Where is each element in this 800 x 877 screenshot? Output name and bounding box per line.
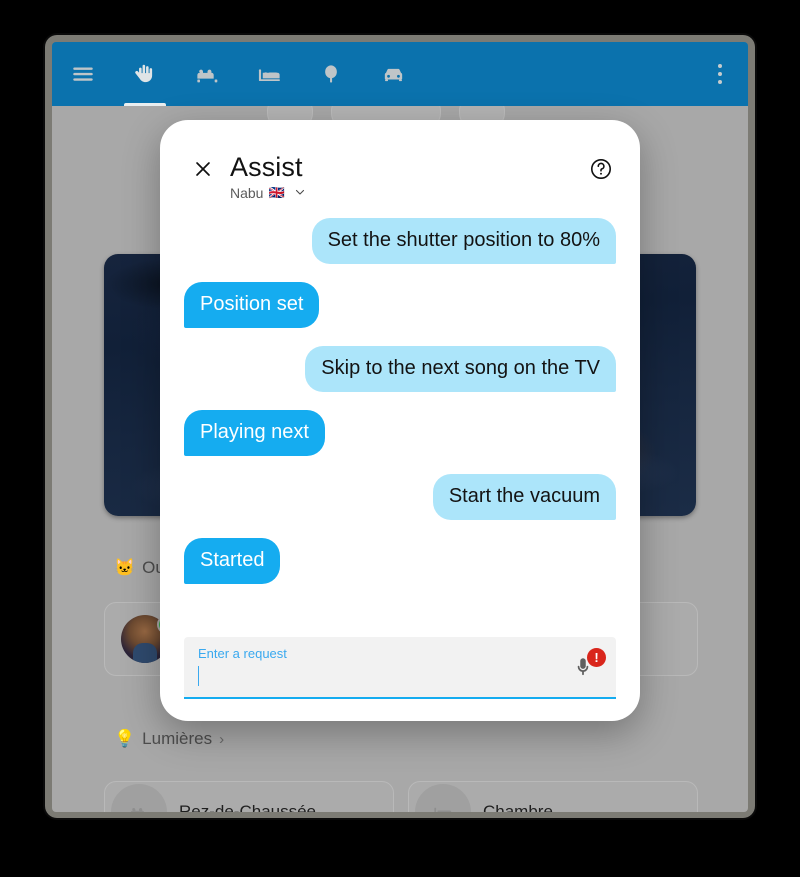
background-section-lights: 💡 Lumières ›	[114, 729, 224, 749]
background-room-card: Rez-de-Chaussée	[104, 781, 394, 812]
tab-outdoor-tree-icon[interactable]	[300, 42, 362, 106]
tab-home-waving-hand-icon[interactable]	[114, 42, 176, 106]
pipeline-selector[interactable]: Nabu 🇬🇧	[230, 185, 306, 201]
chevron-right-icon: ›	[219, 730, 225, 748]
assistant-message-bubble: Playing next	[184, 410, 325, 456]
background-room-card: Chambre	[408, 781, 698, 812]
user-message-bubble: Skip to the next song on the TV	[305, 346, 616, 392]
background-room-label: Chambre	[483, 802, 553, 812]
sofa-icon	[111, 784, 167, 812]
message-row: Set the shutter position to 80%	[184, 218, 616, 264]
screen: 🐱 Ou › 💡 Lumières › Rez-de-Chaussée	[0, 0, 800, 877]
message-row: Skip to the next song on the TV	[184, 346, 616, 392]
conversation-list: Set the shutter position to 80% Position…	[160, 204, 640, 627]
microphone-button[interactable]: !	[568, 648, 606, 688]
background-section-label: Lumières	[142, 729, 213, 748]
assist-dialog: Assist Nabu 🇬🇧 Set the shutter position …	[160, 120, 640, 721]
message-row: Playing next	[184, 410, 616, 456]
app-bar	[52, 42, 748, 106]
chevron-down-icon	[294, 186, 306, 201]
assistant-message-bubble: Position set	[184, 282, 320, 328]
tab-living-room-sofa-icon[interactable]	[176, 42, 238, 106]
message-row: Position set	[184, 282, 616, 328]
bed-icon	[415, 784, 471, 812]
tab-car-icon[interactable]	[362, 42, 424, 106]
dialog-header: Assist Nabu 🇬🇧	[160, 120, 640, 204]
user-message-bubble: Set the shutter position to 80%	[311, 218, 616, 264]
input-area: Enter a request !	[160, 627, 640, 721]
text-cursor	[198, 666, 199, 686]
hamburger-menu-icon[interactable]	[52, 42, 114, 106]
page-title: Assist	[230, 152, 303, 182]
assistant-message-bubble: Started	[184, 538, 281, 584]
message-row: Start the vacuum	[184, 474, 616, 520]
request-textfield[interactable]: Enter a request !	[184, 637, 616, 699]
background-room-label: Rez-de-Chaussée	[179, 802, 317, 812]
tab-bedroom-bed-icon[interactable]	[238, 42, 300, 106]
error-badge: !	[587, 648, 606, 667]
dialog-title-block: Assist Nabu 🇬🇧	[230, 152, 586, 201]
request-input-label: Enter a request	[198, 646, 287, 661]
light-bulb-emoji-icon: 💡	[114, 729, 136, 748]
message-row: Started	[184, 538, 616, 584]
cat-emoji-icon: 🐱	[114, 558, 136, 577]
close-icon[interactable]	[188, 154, 218, 184]
user-message-bubble: Start the vacuum	[432, 474, 616, 520]
help-circle-icon[interactable]	[586, 154, 616, 184]
pipeline-name: Nabu	[230, 185, 264, 201]
flag-gb-icon: 🇬🇧	[268, 185, 285, 200]
more-vertical-icon[interactable]	[692, 42, 748, 106]
app-bar-icon-group	[52, 42, 424, 106]
